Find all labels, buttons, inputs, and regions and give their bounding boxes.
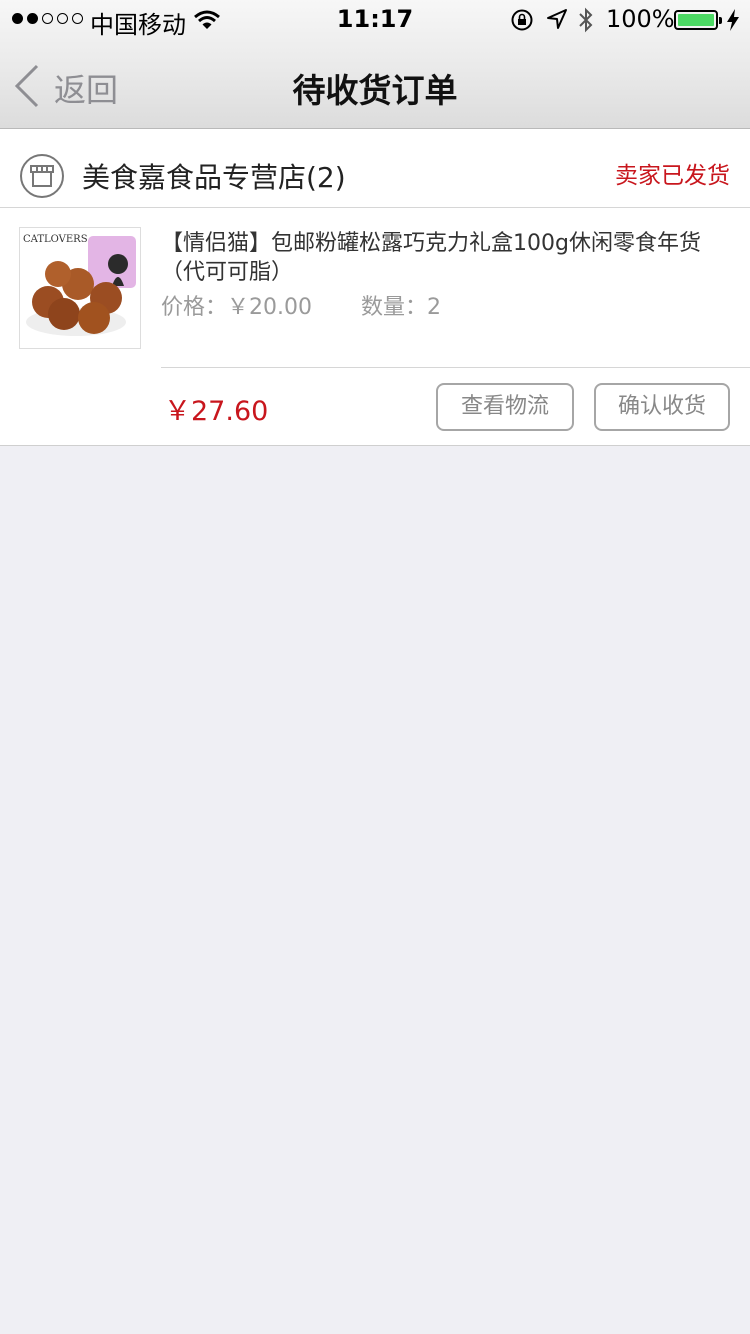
top-bar: 中国移动 11:17 100% 返回 待收货订单 [0, 0, 750, 129]
order-total: ￥27.60 [164, 396, 269, 427]
store-name: 美食嘉食品专营店(2) [82, 161, 346, 194]
confirm-receipt-button[interactable]: 确认收货 [594, 383, 730, 431]
rotation-lock-icon [510, 8, 534, 38]
unit-price: 价格：￥20.00 [161, 295, 312, 320]
chocolate-truffles-image [26, 236, 136, 336]
view-logistics-button[interactable]: 查看物流 [436, 383, 574, 431]
product-thumbnail[interactable]: CATLOVERS [19, 227, 141, 349]
store-icon [20, 154, 64, 198]
product-title[interactable]: 【情侣猫】包邮粉罐松露巧克力礼盒100g休闲零食年货（代可可脂） [161, 229, 731, 287]
status-bar: 中国移动 11:17 100% [0, 0, 750, 40]
battery-tip [719, 17, 722, 24]
battery-icon [674, 10, 722, 30]
battery-percent: 100% [606, 5, 675, 33]
location-icon [546, 8, 568, 36]
order-card: 美食嘉食品专营店(2) 卖家已发货 CATLOVERS 【情侣猫】包邮粉罐松露巧… [0, 129, 750, 446]
charging-bolt-icon [726, 8, 740, 38]
thumbnail-brand-text: CATLOVERS [23, 234, 88, 245]
navigation-bar: 返回 待收货订单 [0, 40, 750, 128]
order-status-label: 卖家已发货 [615, 163, 730, 189]
battery-fill [678, 14, 714, 26]
bluetooth-icon [578, 7, 594, 39]
page-title: 待收货订单 [292, 71, 458, 110]
divider [161, 367, 750, 368]
price-quantity-line: 价格：￥20.00 数量：2 [161, 289, 441, 321]
store-header[interactable]: 美食嘉食品专营店(2) 卖家已发货 [0, 129, 750, 208]
quantity: 数量：2 [360, 295, 441, 320]
